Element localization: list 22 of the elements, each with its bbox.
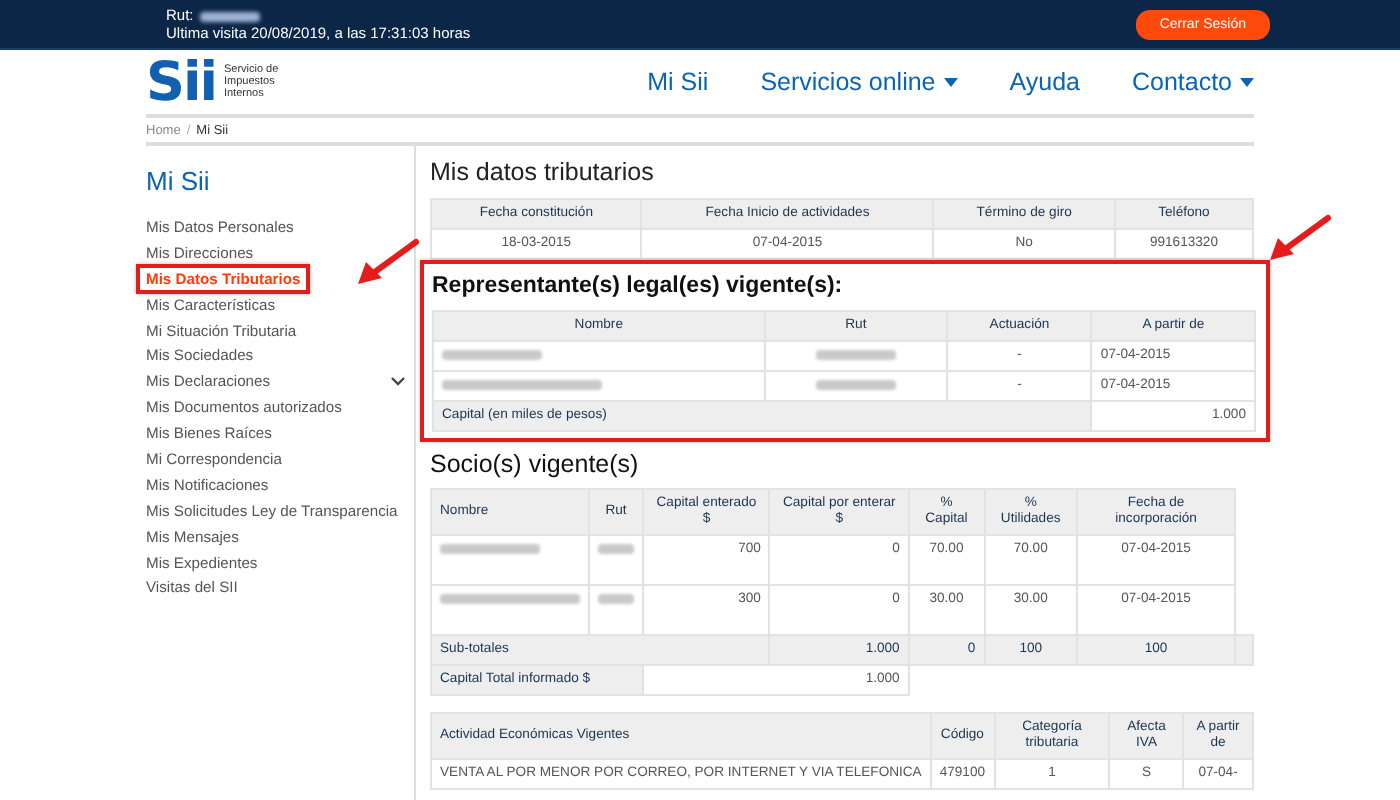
nav-link[interactable]: Servicios online xyxy=(760,68,958,96)
annotation-arrow xyxy=(358,238,419,284)
page-title: Mis datos tributarios xyxy=(430,158,656,186)
nav-link[interactable]: Contacto xyxy=(1131,68,1254,96)
redacted-text xyxy=(440,543,540,554)
section-heading: Representante(s) legal(es) vigente(s): xyxy=(432,274,845,298)
caret-icon xyxy=(943,77,958,87)
annotation-arrow xyxy=(1270,215,1331,260)
caret-icon xyxy=(1240,77,1254,87)
chevron-down-icon[interactable] xyxy=(390,376,406,387)
nav-link[interactable]: Mi Sii xyxy=(647,68,709,96)
redacted-text xyxy=(598,543,634,554)
nav-link[interactable]: Ayuda xyxy=(1009,68,1080,96)
redacted-rut xyxy=(199,11,260,22)
redacted-text xyxy=(598,593,634,604)
redacted-text xyxy=(815,349,896,360)
section-heading: Socio(s) vigente(s) xyxy=(430,450,641,478)
redacted-text xyxy=(815,379,896,390)
redacted-text xyxy=(442,349,542,360)
sii-logo: Sii xyxy=(146,55,216,109)
sidebar-title: Mi Sii xyxy=(146,166,212,196)
redacted-text xyxy=(440,593,580,604)
